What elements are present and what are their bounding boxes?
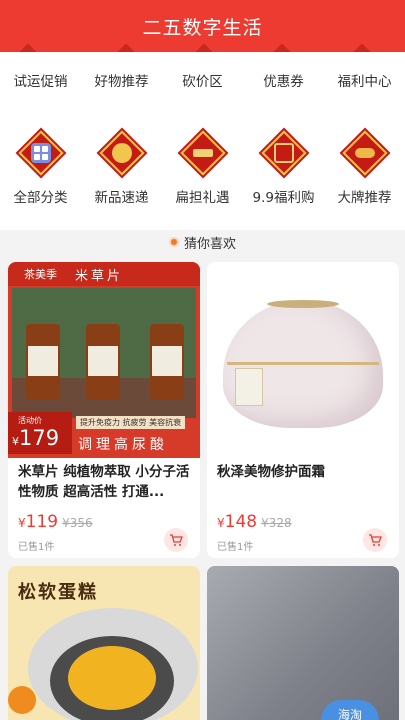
product-image: [207, 566, 399, 720]
product-title: 秋泽美物修护面霜: [217, 464, 325, 480]
grid-icon: [17, 130, 64, 176]
brand-icon: [341, 130, 388, 176]
category-row: 全部分类 新品速递 扁担礼遇 9.9福利购 大牌推荐: [0, 130, 405, 206]
product-photo: [12, 288, 196, 418]
cart-icon[interactable]: [363, 528, 387, 552]
section-title: 猜你喜欢: [183, 236, 236, 252]
coupon-icon: [260, 130, 307, 176]
category-label: 9.9福利购: [252, 190, 315, 206]
navigation-panel: 试运促销 好物推荐 砍价区 优惠券 福利中心 全部分类 新品速递 扁担礼遇 9.…: [0, 52, 405, 230]
section-header: 猜你喜欢: [0, 230, 405, 254]
quick-link-recommend[interactable]: 好物推荐: [81, 70, 162, 90]
original-price: ¥356: [62, 516, 93, 530]
promo-tag: 活动价: [18, 416, 42, 425]
product-card[interactable]: 海淘: [207, 566, 399, 720]
promo-price: 179: [19, 426, 60, 450]
banner-product-name: 米草片: [75, 268, 124, 284]
cart-icon[interactable]: [164, 528, 188, 552]
product-price: ¥119 ¥356: [18, 512, 93, 532]
price-value: 119: [25, 512, 59, 532]
quick-link-coupons[interactable]: 优惠券: [243, 70, 324, 90]
product-card[interactable]: 秋泽美物修护面霜 ¥148 ¥328 已售1件: [207, 262, 399, 558]
category-9-9[interactable]: 9.9福利购: [243, 130, 324, 206]
promo-tags: 提升免疫力 抗疲劳 美容抗衰: [76, 416, 186, 429]
category-gift[interactable]: 扁担礼遇: [162, 130, 243, 206]
promo-badge: 活动价 ¥179: [8, 412, 72, 454]
quick-link-bargain[interactable]: 砍价区: [162, 70, 243, 90]
quick-links: 试运促销 好物推荐 砍价区 优惠券 福利中心: [0, 70, 405, 90]
product-card[interactable]: 松软蛋糕: [8, 566, 200, 720]
product-title: 米草片 纯植物萃取 小分子活性物质 超高活性 打通...: [18, 464, 190, 500]
category-label: 全部分类: [13, 190, 68, 206]
category-brand[interactable]: 大牌推荐: [324, 130, 405, 206]
quick-link-promo[interactable]: 试运促销: [0, 70, 81, 90]
product-image: 茶美季 米草片 活动价 ¥179 提升免疫力 抗疲劳 美容抗衰 调理高尿酸: [8, 262, 200, 458]
gift-icon: [179, 130, 226, 176]
promo-currency: ¥: [12, 435, 19, 448]
currency-symbol: ¥: [217, 516, 225, 530]
floating-badge[interactable]: 海淘: [321, 700, 379, 720]
category-label: 大牌推荐: [337, 190, 392, 206]
quick-link-welfare[interactable]: 福利中心: [324, 70, 405, 90]
new-arrival-icon: [98, 130, 145, 176]
sold-count: 已售1件: [18, 542, 55, 553]
category-new[interactable]: 新品速递: [81, 130, 162, 206]
currency-symbol: ¥: [18, 516, 26, 530]
product-image: [207, 262, 399, 458]
banner-headline: 松软蛋糕: [18, 582, 98, 603]
category-label: 新品速递: [94, 190, 149, 206]
sold-count: 已售1件: [217, 542, 254, 553]
category-all[interactable]: 全部分类: [0, 130, 81, 206]
banner-top: 茶美季 米草片: [8, 262, 200, 286]
product-card[interactable]: 茶美季 米草片 活动价 ¥179 提升免疫力 抗疲劳 美容抗衰 调理高尿酸 米草…: [8, 262, 200, 558]
original-price: ¥328: [261, 516, 292, 530]
price-value: 148: [224, 512, 258, 532]
app-header: 二五数字生活: [0, 0, 405, 61]
app-title: 二五数字生活: [142, 16, 263, 39]
promo-slogan: 调理高尿酸: [78, 437, 168, 453]
product-price: ¥148 ¥328: [217, 512, 292, 532]
category-label: 扁担礼遇: [175, 190, 230, 206]
brand-name: 茶美季: [24, 268, 57, 281]
section-dot-icon: [168, 237, 179, 247]
